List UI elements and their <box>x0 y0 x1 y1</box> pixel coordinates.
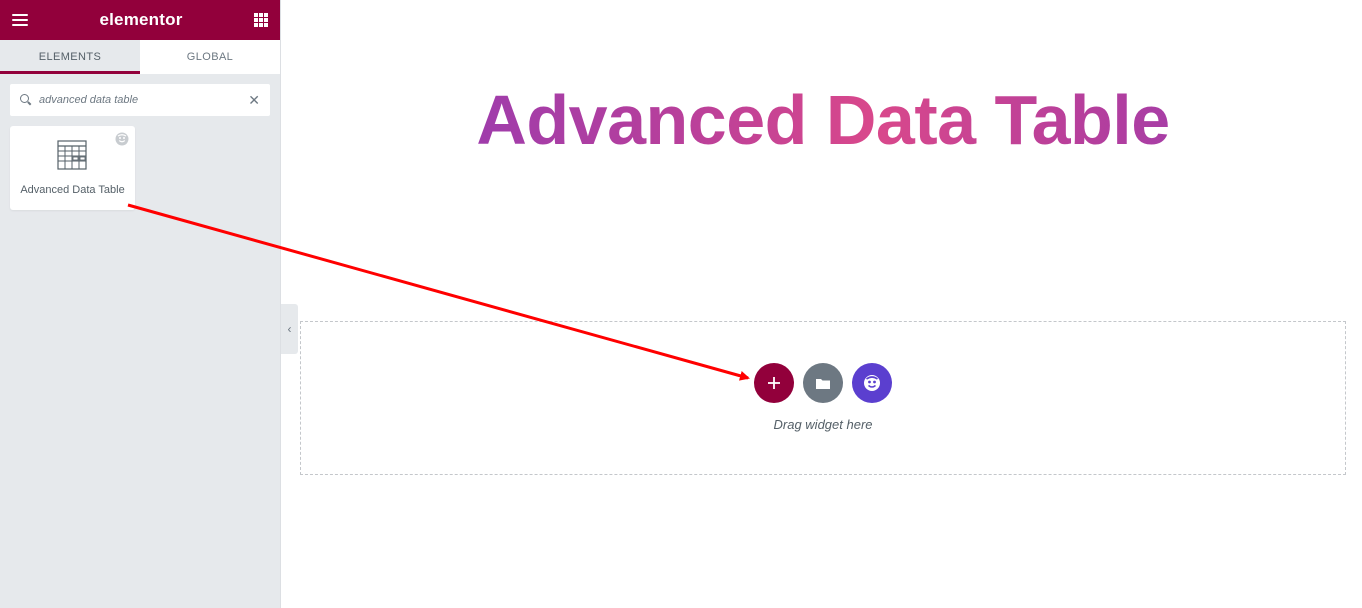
widget-label: Advanced Data Table <box>20 184 125 196</box>
widget-advanced-data-table[interactable]: Advanced Data Table <box>10 126 135 210</box>
library-face-icon <box>864 375 880 391</box>
apps-grid-icon[interactable] <box>254 13 268 27</box>
elementor-logo: elementor <box>99 10 183 29</box>
drop-zone[interactable]: Drag widget here <box>300 321 1346 475</box>
page-heading[interactable]: Advanced Data Table <box>300 78 1346 162</box>
tab-global[interactable]: GLOBAL <box>140 40 280 74</box>
elementor-panel: elementor ELEMENTS GLOBAL ✕ <box>0 0 281 608</box>
add-section-button[interactable] <box>754 363 794 403</box>
panel-tabs: ELEMENTS GLOBAL <box>0 40 280 74</box>
drop-zone-buttons <box>754 363 892 403</box>
panel-header: elementor <box>0 0 280 40</box>
drag-widget-hint: Drag widget here <box>773 417 873 432</box>
tab-elements[interactable]: ELEMENTS <box>0 40 140 74</box>
pro-badge-icon <box>115 132 129 146</box>
folder-icon <box>816 378 830 389</box>
search-icon <box>20 94 32 106</box>
widget-search-input[interactable] <box>39 94 249 106</box>
close-icon[interactable]: ✕ <box>248 93 260 107</box>
data-table-icon <box>57 140 87 170</box>
panel-collapse-handle[interactable]: ‹ <box>281 304 298 354</box>
add-template-button[interactable] <box>803 363 843 403</box>
widget-search-box: ✕ <box>10 84 270 116</box>
chevron-left-icon: ‹ <box>287 322 292 336</box>
hamburger-menu-icon[interactable] <box>12 14 28 26</box>
template-library-button[interactable] <box>852 363 892 403</box>
plus-icon <box>768 377 780 389</box>
